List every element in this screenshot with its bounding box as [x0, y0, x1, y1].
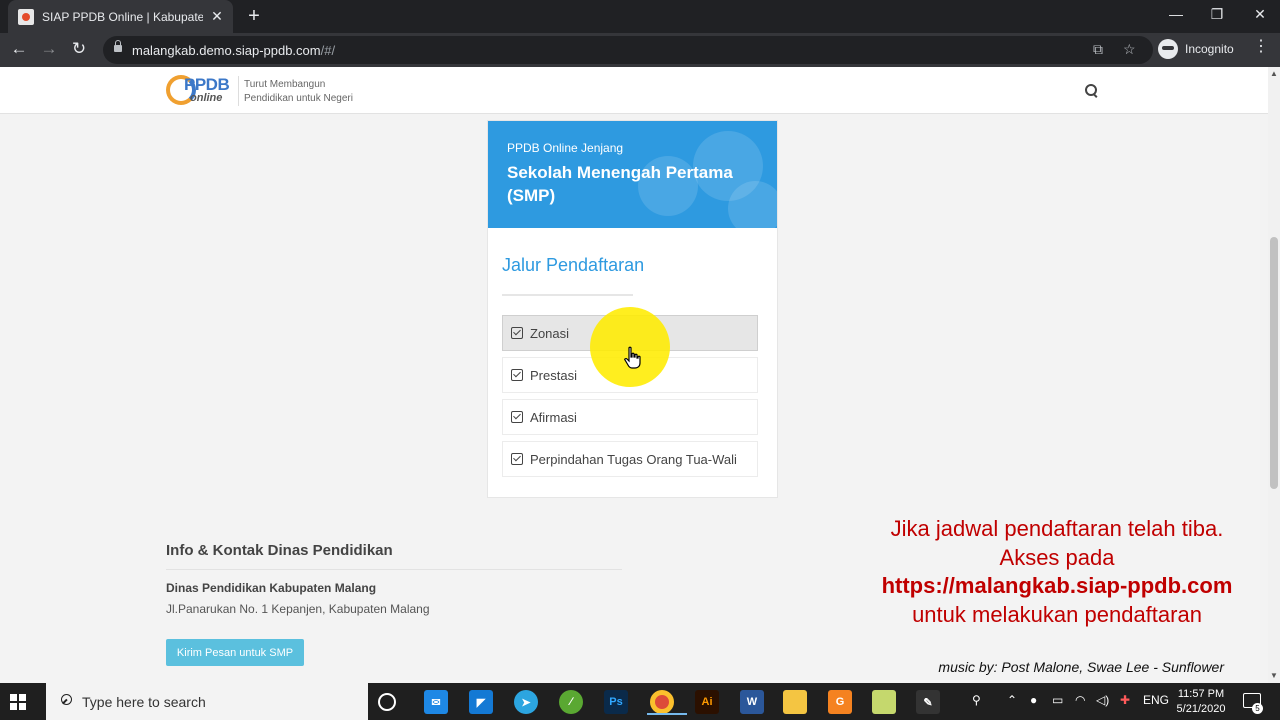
- tagline-line-1: Turut Membangun: [244, 79, 326, 90]
- send-message-button[interactable]: Kirim Pesan untuk SMP: [166, 639, 304, 666]
- banner-subtitle: PPDB Online Jenjang: [507, 141, 624, 155]
- windows-start-icon[interactable]: [10, 694, 26, 710]
- language-indicator[interactable]: ENG: [1143, 693, 1169, 707]
- incognito-label: Incognito: [1185, 42, 1234, 56]
- check-square-icon: [511, 411, 523, 423]
- title-underline: [502, 294, 633, 296]
- level-banner: PPDB Online Jenjang Sekolah Menengah Per…: [488, 121, 777, 228]
- tray-chevron-icon[interactable]: ⌃: [1007, 693, 1017, 707]
- option-perpindahan-tugas[interactable]: Perpindahan Tugas Orang Tua-Wali: [502, 441, 758, 477]
- clock-date: 5/21/2020: [1176, 703, 1226, 715]
- taskbar-search-placeholder: Type here to search: [82, 693, 206, 710]
- tagline-line-2: Pendidikan untuk Negeri: [244, 93, 353, 104]
- music-credit: music by: Post Malone, Swae Lee - Sunflo…: [938, 659, 1224, 675]
- tab-close-icon[interactable]: ✕: [209, 8, 225, 25]
- logo-divider: [238, 76, 239, 106]
- caption-line-1: Jika jadwal pendaftaran telah tiba. Akse…: [890, 516, 1224, 570]
- translate-icon[interactable]: ⧉: [1093, 41, 1103, 58]
- caption-link: https://malangkab.siap-ppdb.com: [881, 573, 1233, 598]
- site-tagline: Turut Membangun Pendidikan untuk Negeri: [244, 78, 353, 106]
- info-organization: Dinas Pendidikan Kabupaten Malang: [166, 581, 377, 595]
- scroll-thumb[interactable]: [1270, 237, 1278, 489]
- people-icon[interactable]: ⚲: [972, 693, 981, 707]
- orange-app-icon[interactable]: G: [828, 690, 852, 714]
- forward-icon[interactable]: →: [38, 39, 60, 59]
- info-address: Jl.Panarukan No. 1 Kepanjen, Kabupaten M…: [166, 602, 430, 616]
- bookmark-star-icon[interactable]: ☆: [1123, 41, 1136, 58]
- microphone-icon[interactable]: ●: [1030, 693, 1037, 707]
- option-afirmasi[interactable]: Afirmasi: [502, 399, 758, 435]
- volume-icon[interactable]: ◁): [1096, 693, 1109, 707]
- task-view-icon[interactable]: [378, 693, 396, 711]
- word-icon[interactable]: W: [740, 690, 764, 714]
- info-section-title: Info & Kontak Dinas Pendidikan: [166, 542, 393, 559]
- new-tab-button[interactable]: +: [243, 5, 265, 28]
- file-explorer-icon[interactable]: [783, 690, 807, 714]
- store-icon[interactable]: ◤: [469, 690, 493, 714]
- url-path: /#/: [320, 43, 336, 58]
- info-divider: [166, 569, 622, 570]
- security-icon[interactable]: ✚: [1120, 693, 1130, 707]
- page-scrollbar[interactable]: ▲ ▼: [1268, 67, 1280, 683]
- taskbar-search-box[interactable]: Type here to search: [46, 683, 368, 720]
- site-search-icon[interactable]: [1083, 82, 1101, 100]
- url-text[interactable]: malangkab.demo.siap-ppdb.com/#/: [132, 43, 335, 58]
- address-bar[interactable]: malangkab.demo.siap-ppdb.com/#/ ⧉ ☆: [103, 36, 1153, 64]
- back-icon[interactable]: ←: [8, 39, 30, 59]
- yellow-app-icon[interactable]: [872, 690, 896, 714]
- browser-tab-bar: SIAP PPDB Online | Kabupaten Malang ✕ + …: [0, 0, 1280, 33]
- wifi-icon[interactable]: ◠: [1075, 693, 1085, 707]
- lock-icon: [114, 40, 122, 52]
- clock-time: 11:57 PM: [1177, 688, 1225, 700]
- incognito-indicator[interactable]: Incognito: [1158, 39, 1234, 59]
- browser-toolbar: ← → ↻ malangkab.demo.siap-ppdb.com/#/ ⧉ …: [0, 33, 1280, 67]
- scroll-up-icon[interactable]: ▲: [1270, 69, 1278, 78]
- option-label: Afirmasi: [530, 409, 577, 425]
- dark-app-icon[interactable]: ✎: [916, 690, 940, 714]
- photoshop-icon[interactable]: Ps: [604, 690, 628, 714]
- banner-title: Sekolah Menengah Pertama (SMP): [507, 163, 733, 205]
- page-viewport: PPDB online Turut Membangun Pendidikan u…: [0, 67, 1268, 683]
- telegram-icon[interactable]: ➤: [514, 690, 538, 714]
- taskbar-clock[interactable]: 11:57 PM 5/21/2020: [1172, 687, 1230, 717]
- browser-menu-icon[interactable]: ⋮: [1253, 39, 1269, 55]
- jalur-title: Jalur Pendaftaran: [502, 255, 645, 275]
- windows-taskbar: Type here to search ✉ ◤ ➤ ∕ Ps Ai W G ✎ …: [0, 683, 1280, 720]
- site-favicon-icon: [18, 8, 34, 25]
- chrome-icon[interactable]: [647, 690, 687, 715]
- battery-icon[interactable]: ▭: [1052, 693, 1063, 707]
- check-square-icon: [511, 327, 523, 339]
- option-label: Prestasi: [530, 367, 577, 383]
- browser-tab[interactable]: SIAP PPDB Online | Kabupaten Malang ✕: [8, 0, 233, 33]
- minimize-icon[interactable]: —: [1166, 6, 1186, 22]
- notification-badge: 5: [1252, 703, 1263, 714]
- tab-title: SIAP PPDB Online | Kabupaten Malang: [42, 9, 203, 24]
- caption-line-2: untuk melakukan pendaftaran: [912, 601, 1202, 627]
- window-close-icon[interactable]: ✕: [1250, 6, 1270, 23]
- mail-icon[interactable]: ✉: [424, 690, 448, 714]
- green-app-icon[interactable]: ∕: [559, 690, 583, 714]
- restore-icon[interactable]: ❐: [1207, 6, 1227, 23]
- url-host: malangkab.demo.siap-ppdb.com: [132, 43, 321, 58]
- check-square-icon: [511, 453, 523, 465]
- reload-icon[interactable]: ↻: [68, 39, 90, 59]
- scroll-down-icon[interactable]: ▼: [1270, 671, 1278, 680]
- option-label: Perpindahan Tugas Orang Tua-Wali: [530, 451, 737, 467]
- taskbar-search-icon: [58, 694, 72, 708]
- logo-online-text: online: [190, 92, 223, 104]
- ppdb-logo[interactable]: PPDB online: [166, 73, 232, 109]
- site-header: PPDB online Turut Membangun Pendidikan u…: [0, 67, 1268, 114]
- video-caption: Jika jadwal pendaftaran telah tiba. Akse…: [880, 515, 1234, 629]
- hand-cursor-icon: [624, 346, 641, 369]
- incognito-icon: [1158, 39, 1178, 59]
- option-label: Zonasi: [530, 325, 570, 341]
- illustrator-icon[interactable]: Ai: [695, 690, 719, 714]
- check-square-icon: [511, 369, 523, 381]
